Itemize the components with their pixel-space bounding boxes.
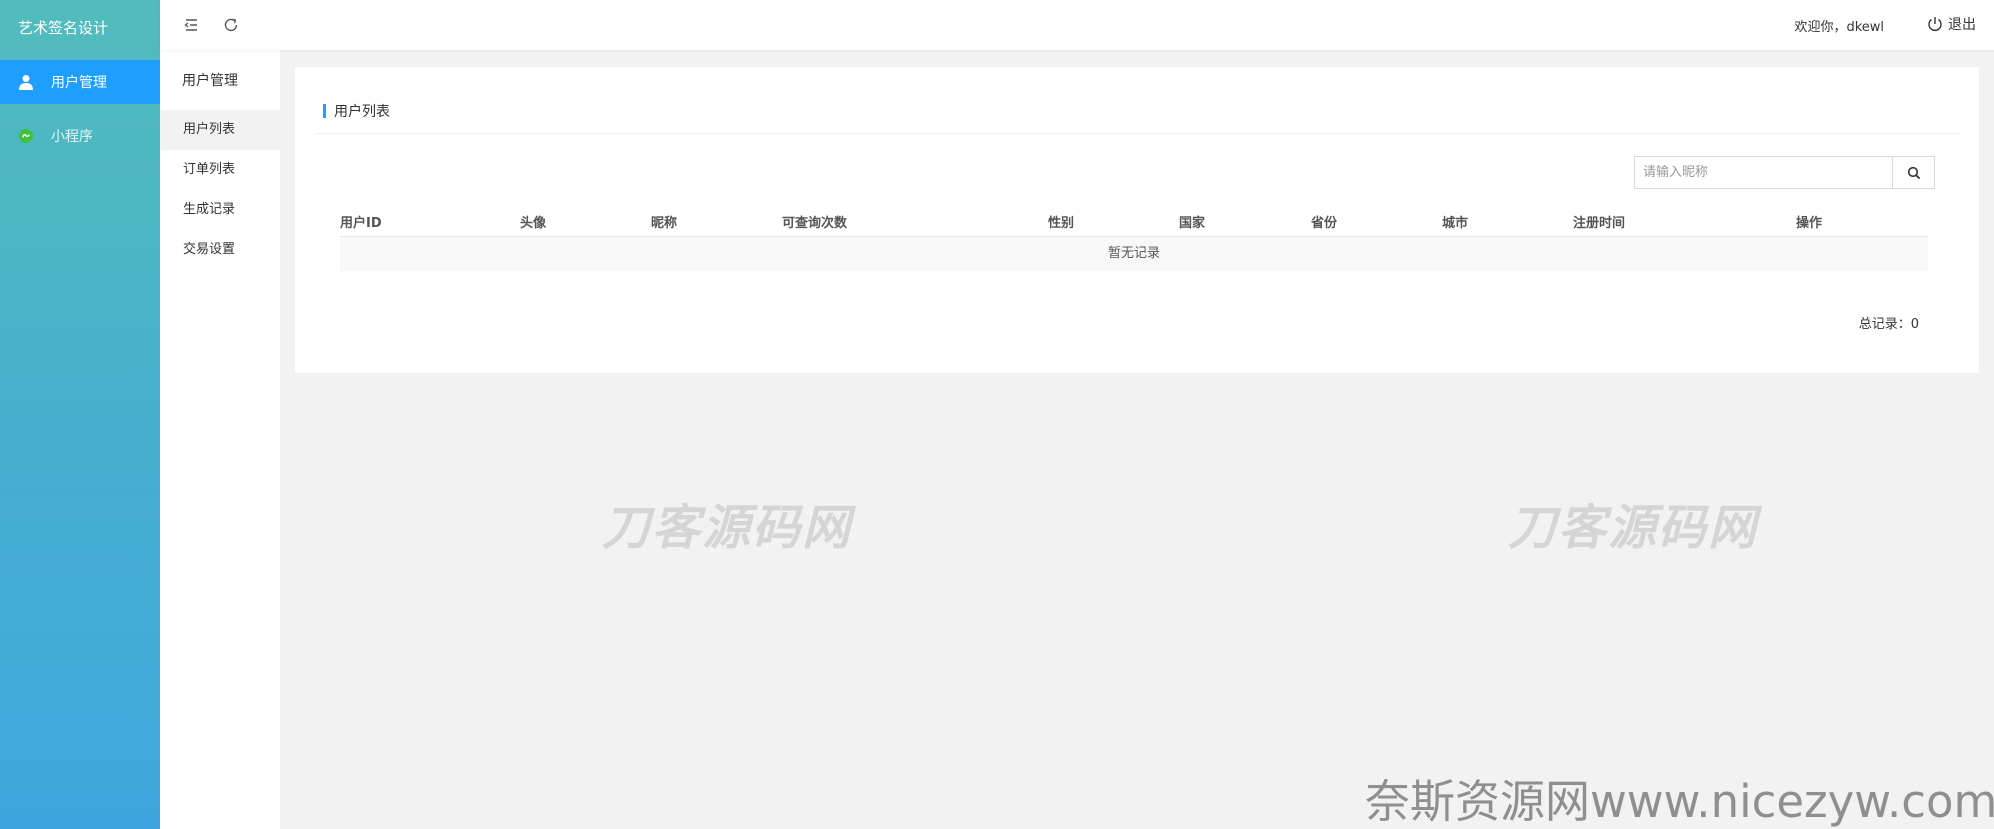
submenu-item-trade-settings[interactable]: 交易设置: [160, 230, 280, 270]
panel-title: 用户列表: [323, 101, 390, 121]
submenu-title: 用户管理: [182, 73, 238, 89]
sidebar-item-label: 用户管理: [51, 75, 107, 91]
app-title: 艺术签名设计: [18, 19, 109, 37]
welcome-text: 欢迎你，dkewl: [1794, 20, 1884, 35]
refresh-icon[interactable]: [220, 14, 242, 36]
column-header-city: 城市: [1442, 216, 1469, 231]
user-icon: [18, 74, 34, 90]
submenu-item-generation-records[interactable]: 生成记录: [160, 190, 280, 230]
top-header: 欢迎你，dkewl 退出: [160, 0, 1994, 50]
table-header: 用户ID 头像 昵称 可查询次数 性别 国家 省份 城市 注册时间 操作: [340, 202, 1928, 237]
search-box: [1634, 156, 1935, 189]
submenu: 用户管理 用户列表 订单列表 生成记录 交易设置: [160, 0, 280, 829]
submenu-item-user-list[interactable]: 用户列表: [160, 110, 280, 150]
sidebar-item-mini-program[interactable]: 小程序: [0, 114, 160, 158]
column-header-gender: 性别: [1048, 216, 1075, 231]
user-table: 用户ID 头像 昵称 可查询次数 性别 国家 省份 城市 注册时间 操作 暂无记…: [340, 202, 1928, 271]
sidebar-item-label: 小程序: [51, 129, 93, 145]
collapse-menu-icon[interactable]: [181, 14, 203, 36]
submenu-item-order-list[interactable]: 订单列表: [160, 150, 280, 190]
watermark-center-left: 刀客源码网: [602, 500, 853, 556]
column-header-province: 省份: [1311, 216, 1338, 231]
sidebar-item-user-management[interactable]: 用户管理: [0, 60, 160, 104]
user-list-panel: 用户列表 用户ID 头像 昵称 可查询次数 性别 国家 省份 城市 注册时间 操…: [295, 67, 1979, 373]
sidebar: 艺术签名设计 用户管理 小程序: [0, 0, 160, 829]
mini-program-icon: [18, 128, 34, 144]
column-header-avatar: 头像: [520, 216, 547, 231]
total-records: 总记录：0: [1858, 317, 1919, 332]
column-header-nickname: 昵称: [651, 216, 678, 231]
watermark-center-right: 刀客源码网: [1508, 500, 1759, 556]
column-header-actions: 操作: [1796, 216, 1823, 231]
column-header-query-count: 可查询次数: [782, 216, 848, 231]
search-icon: [1907, 166, 1920, 179]
logout-button[interactable]: 退出: [1926, 14, 1976, 34]
search-button[interactable]: [1892, 157, 1934, 188]
empty-state-row: 暂无记录: [340, 237, 1928, 271]
column-header-register-time: 注册时间: [1573, 216, 1626, 231]
column-header-user-id: 用户ID: [340, 216, 382, 231]
column-header-country: 国家: [1179, 216, 1206, 231]
title-accent-bar: [323, 104, 326, 118]
power-icon: [1928, 17, 1942, 31]
logout-label: 退出: [1948, 17, 1976, 33]
nickname-search-input[interactable]: [1635, 157, 1892, 188]
panel-title-text: 用户列表: [334, 104, 390, 120]
watermark-bottom: 奈斯资源网www.nicezyw.com: [1365, 775, 1994, 828]
divider: [315, 133, 1959, 134]
